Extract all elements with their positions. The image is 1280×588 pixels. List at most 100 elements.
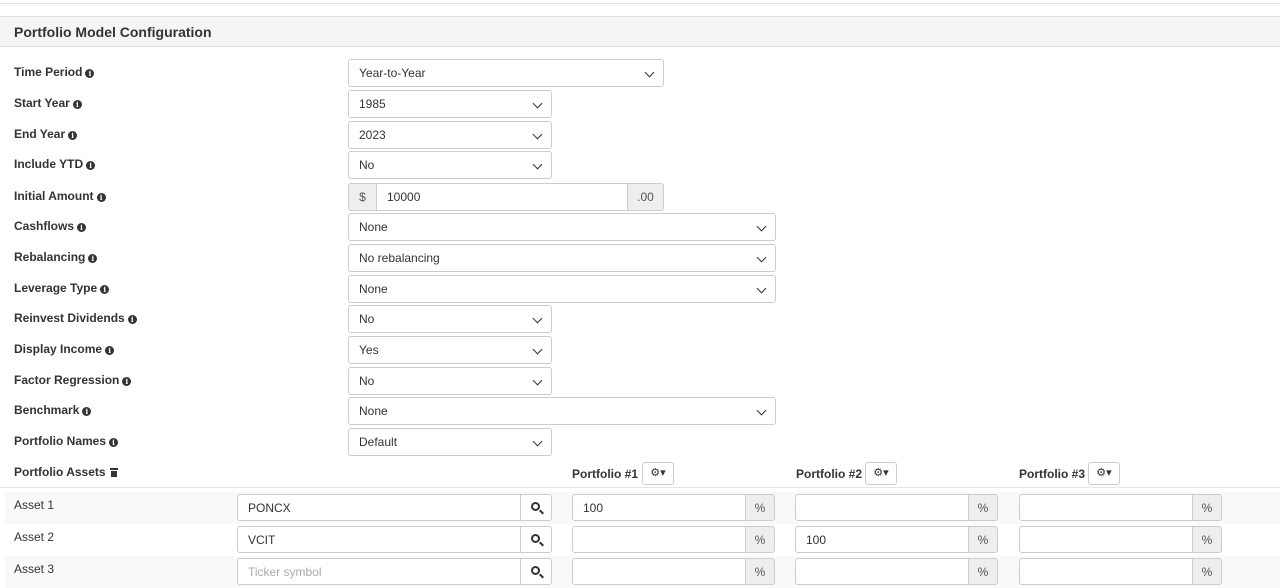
portfolio-1-allocation-input[interactable]: [572, 558, 746, 585]
start-year-select[interactable]: 1985: [348, 90, 552, 118]
ticker-input[interactable]: Ticker symbol: [237, 558, 521, 585]
display-income-select[interactable]: Yes: [348, 336, 552, 364]
ticker-input[interactable]: PONCX: [237, 494, 521, 521]
chevron-down-icon: [532, 313, 543, 324]
chevron-down-icon: [532, 98, 543, 109]
chevron-down-icon: [756, 252, 767, 263]
portfolio-2-allocation-input[interactable]: [795, 558, 969, 585]
start-year-label: Start Year i: [14, 96, 82, 110]
portfolio-1-allocation-input[interactable]: [572, 526, 746, 553]
info-icon[interactable]: i: [122, 377, 132, 386]
info-icon[interactable]: i: [85, 69, 95, 78]
info-icon[interactable]: i: [109, 438, 119, 447]
asset-row: Asset 1 PONCX 100 % % %: [5, 492, 1280, 524]
portfolio-1-header: Portfolio #1 ⚙▾: [572, 462, 674, 485]
percent-addon: %: [968, 526, 998, 553]
top-border: [0, 0, 1280, 4]
chevron-down-icon: [532, 375, 543, 386]
currency-prefix: $: [348, 183, 377, 211]
portfolio-3-allocation-input[interactable]: [1019, 558, 1193, 585]
portfolio-3-allocation-input[interactable]: [1019, 526, 1193, 553]
leverage-type-select[interactable]: None: [348, 275, 776, 303]
portfolio-1-allocation-input[interactable]: 100: [572, 494, 746, 521]
chevron-down-icon: [532, 129, 543, 140]
percent-addon: %: [1192, 526, 1222, 553]
portfolio-3-gear-button[interactable]: ⚙▾: [1088, 462, 1120, 485]
chevron-down-icon: [644, 67, 655, 78]
field-start-year: Start Year i 1985: [0, 90, 1280, 118]
asset-name: Asset 1: [14, 498, 55, 512]
field-portfolio-names: Portfolio Names i Default: [0, 428, 1280, 456]
ticker-input[interactable]: VCIT: [237, 526, 521, 553]
initial-amount-group: $ 10000 .00: [348, 183, 664, 211]
chevron-down-icon: [756, 405, 767, 416]
portfolio-1-gear-button[interactable]: ⚙▾: [642, 462, 674, 485]
field-rebalancing: Rebalancing i No rebalancing: [0, 244, 1280, 272]
field-benchmark: Benchmark i None: [0, 397, 1280, 425]
info-icon[interactable]: i: [88, 254, 98, 263]
portfolio-assets-label: Portfolio Assets: [14, 465, 118, 479]
field-end-year: End Year i 2023: [0, 121, 1280, 149]
factor-regression-label: Factor Regression i: [14, 373, 132, 387]
portfolio-names-label: Portfolio Names i: [14, 434, 119, 448]
info-icon[interactable]: i: [105, 346, 115, 355]
include-ytd-select[interactable]: No: [348, 151, 552, 179]
percent-addon: %: [745, 558, 775, 585]
asset-name: Asset 3: [14, 562, 55, 576]
info-icon[interactable]: i: [86, 161, 96, 170]
portfolio-3-header: Portfolio #3 ⚙▾: [1019, 462, 1120, 485]
include-ytd-label: Include YTD i: [14, 157, 96, 171]
cashflows-label: Cashflows i: [14, 219, 87, 233]
time-period-select[interactable]: Year-to-Year: [348, 59, 664, 87]
info-icon[interactable]: i: [127, 315, 137, 324]
info-icon[interactable]: i: [96, 193, 106, 202]
trash-icon[interactable]: [109, 468, 118, 477]
portfolio-2-allocation-input[interactable]: 100: [795, 526, 969, 553]
portfolio-2-allocation-input[interactable]: [795, 494, 969, 521]
panel-title: Portfolio Model Configuration: [0, 16, 1280, 47]
leverage-type-label: Leverage Type i: [14, 281, 110, 295]
search-icon: [531, 566, 540, 575]
portfolio-2-gear-button[interactable]: ⚙▾: [865, 462, 897, 485]
info-icon[interactable]: i: [82, 407, 92, 416]
portfolio-names-select[interactable]: Default: [348, 428, 552, 456]
reinvest-dividends-select[interactable]: No: [348, 305, 552, 333]
percent-addon: %: [968, 494, 998, 521]
info-icon[interactable]: i: [72, 100, 82, 109]
cents-suffix: .00: [627, 183, 664, 211]
search-icon: [531, 534, 540, 543]
portfolio-3-allocation-input[interactable]: [1019, 494, 1193, 521]
rebalancing-select[interactable]: No rebalancing: [348, 244, 776, 272]
search-icon: [531, 502, 540, 511]
chevron-down-icon: [532, 159, 543, 170]
benchmark-select[interactable]: None: [348, 397, 776, 425]
gear-icon: ⚙▾: [1096, 467, 1112, 479]
info-icon[interactable]: i: [77, 223, 87, 232]
search-button[interactable]: [520, 494, 552, 521]
time-period-label: Time Period i: [14, 65, 95, 79]
chevron-down-icon: [532, 344, 543, 355]
initial-amount-label: Initial Amount i: [14, 189, 106, 203]
info-icon[interactable]: i: [100, 285, 110, 294]
info-icon[interactable]: i: [68, 131, 78, 140]
field-cashflows: Cashflows i None: [0, 213, 1280, 241]
initial-amount-input[interactable]: 10000: [376, 183, 628, 211]
display-income-label: Display Income i: [14, 342, 115, 356]
gear-icon: ⚙▾: [873, 467, 889, 479]
chevron-down-icon: [756, 283, 767, 294]
benchmark-label: Benchmark i: [14, 403, 92, 417]
field-initial-amount: Initial Amount i $ 10000 .00: [0, 183, 1280, 211]
asset-row: Asset 2 VCIT % 100 % %: [5, 524, 1280, 556]
search-button[interactable]: [520, 558, 552, 585]
asset-row: Asset 3 Ticker symbol % % %: [5, 556, 1280, 588]
rebalancing-label: Rebalancing i: [14, 250, 98, 264]
end-year-select[interactable]: 2023: [348, 121, 552, 149]
factor-regression-select[interactable]: No: [348, 367, 552, 395]
field-time-period: Time Period i Year-to-Year: [0, 59, 1280, 87]
percent-addon: %: [745, 526, 775, 553]
search-button[interactable]: [520, 526, 552, 553]
end-year-label: End Year i: [14, 127, 78, 141]
field-reinvest-dividends: Reinvest Dividends i No: [0, 305, 1280, 333]
cashflows-select[interactable]: None: [348, 213, 776, 241]
percent-addon: %: [968, 558, 998, 585]
